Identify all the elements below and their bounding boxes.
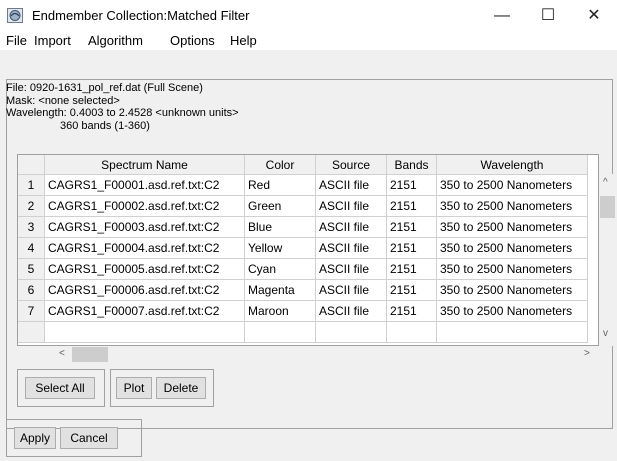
empty-cell [18, 321, 45, 343]
cell-source[interactable]: ASCII file [315, 279, 387, 301]
select-all-group: Select All [17, 369, 105, 407]
cell-spectrum-name[interactable]: CAGRS1_F00005.asd.ref.txt:C2 [44, 258, 245, 280]
row-number: 3 [18, 216, 45, 238]
cell-spectrum-name[interactable]: CAGRS1_F00007.asd.ref.txt:C2 [44, 300, 245, 322]
wavelength-line: Wavelength: 0.4003 to 2.4528 <unknown un… [6, 107, 239, 119]
close-button[interactable]: ✕ [571, 0, 617, 31]
horizontal-scrollbar[interactable]: < > [17, 346, 599, 363]
cell-bands[interactable]: 2151 [386, 258, 437, 280]
window-title: Endmember Collection:Matched Filter [32, 8, 250, 23]
cell-color[interactable]: Blue [244, 216, 316, 238]
delete-button[interactable]: Delete [156, 377, 206, 399]
empty-cell [386, 321, 437, 343]
column-header-bands[interactable]: Bands [386, 155, 437, 175]
cancel-button[interactable]: Cancel [60, 427, 118, 449]
cell-spectrum-name[interactable]: CAGRS1_F00003.asd.ref.txt:C2 [44, 216, 245, 238]
table-row[interactable]: 4 CAGRS1_F00004.asd.ref.txt:C2 Yellow ASCII… [18, 237, 588, 259]
row-number: 7 [18, 300, 45, 322]
cell-spectrum-name[interactable]: CAGRS1_F00002.asd.ref.txt:C2 [44, 195, 245, 217]
cell-source[interactable]: ASCII file [315, 300, 387, 322]
cell-color[interactable]: Red [244, 174, 316, 196]
horizontal-scroll-thumb[interactable] [72, 347, 108, 362]
apply-cancel-group: Apply Cancel [6, 419, 142, 457]
cell-wavelength[interactable]: 350 to 2500 Nanometers [436, 279, 588, 301]
empty-cell [436, 321, 588, 343]
cell-source[interactable]: ASCII file [315, 258, 387, 280]
menu-algorithm[interactable]: Algorithm [88, 33, 143, 48]
cell-wavelength[interactable]: 350 to 2500 Nanometers [436, 258, 588, 280]
column-header-spectrum-name[interactable]: Spectrum Name [44, 155, 245, 175]
table-row[interactable]: 7 CAGRS1_F00007.asd.ref.txt:C2 Maroon ASCII… [18, 300, 588, 322]
cell-color[interactable]: Yellow [244, 237, 316, 259]
file-line: File: 0920-1631_pol_ref.dat (Full Scene) [6, 82, 203, 94]
maximize-button[interactable]: ☐ [525, 0, 571, 31]
scroll-right-icon[interactable]: > [584, 348, 590, 359]
title-bar: Endmember Collection:Matched Filter — ☐ … [0, 0, 617, 31]
cell-source[interactable]: ASCII file [315, 174, 387, 196]
cell-wavelength[interactable]: 350 to 2500 Nanometers [436, 300, 588, 322]
minimize-button[interactable]: — [479, 0, 525, 31]
cell-bands[interactable]: 2151 [386, 237, 437, 259]
column-header-source[interactable]: Source [315, 155, 387, 175]
cell-color[interactable]: Green [244, 195, 316, 217]
table-row[interactable]: 2 CAGRS1_F00002.asd.ref.txt:C2 Green ASCII … [18, 195, 588, 217]
row-number: 2 [18, 195, 45, 217]
menu-help[interactable]: Help [230, 33, 257, 48]
plot-button[interactable]: Plot [116, 377, 152, 399]
cell-spectrum-name[interactable]: CAGRS1_F00001.asd.ref.txt:C2 [44, 174, 245, 196]
table-header-row: Spectrum Name Color Source Bands Wavelen… [18, 155, 588, 175]
menu-import[interactable]: Import [34, 33, 71, 48]
cell-wavelength[interactable]: 350 to 2500 Nanometers [436, 216, 588, 238]
scroll-left-icon[interactable]: < [59, 348, 65, 359]
select-all-button[interactable]: Select All [25, 377, 95, 399]
empty-cell [315, 321, 387, 343]
cell-bands[interactable]: 2151 [386, 216, 437, 238]
cell-color[interactable]: Cyan [244, 258, 316, 280]
mask-line: Mask: <none selected> [6, 94, 120, 107]
cell-bands[interactable]: 2151 [386, 300, 437, 322]
empty-cell [244, 321, 316, 343]
plot-delete-group: Plot Delete [110, 369, 214, 407]
menu-bar: File Import Algorithm Options Help [0, 31, 617, 50]
cell-bands[interactable]: 2151 [386, 174, 437, 196]
vertical-scrollbar[interactable]: ^ v [599, 174, 616, 346]
menu-file[interactable]: File [6, 33, 27, 48]
cell-wavelength[interactable]: 350 to 2500 Nanometers [436, 195, 588, 217]
scroll-down-icon[interactable]: v [603, 328, 608, 339]
spectrum-table[interactable]: Spectrum Name Color Source Bands Wavelen… [17, 154, 599, 346]
table-row[interactable]: 3 CAGRS1_F00003.asd.ref.txt:C2 Blue ASCII f… [18, 216, 588, 238]
menu-options[interactable]: Options [170, 33, 215, 48]
row-number: 6 [18, 279, 45, 301]
bands-line: 360 bands (1-360) [60, 119, 150, 132]
row-number-header [18, 155, 45, 175]
cell-bands[interactable]: 2151 [386, 279, 437, 301]
column-header-wavelength[interactable]: Wavelength [436, 155, 588, 175]
cell-wavelength[interactable]: 350 to 2500 Nanometers [436, 174, 588, 196]
scroll-up-icon[interactable]: ^ [603, 177, 608, 188]
cell-source[interactable]: ASCII file [315, 237, 387, 259]
column-header-color[interactable]: Color [244, 155, 316, 175]
row-number: 4 [18, 237, 45, 259]
cell-source[interactable]: ASCII file [315, 216, 387, 238]
cell-spectrum-name[interactable]: CAGRS1_F00006.asd.ref.txt:C2 [44, 279, 245, 301]
cell-color[interactable]: Maroon [244, 300, 316, 322]
row-number: 1 [18, 174, 45, 196]
vertical-scroll-thumb[interactable] [600, 196, 615, 218]
envi-app-icon [7, 8, 23, 23]
cell-source[interactable]: ASCII file [315, 195, 387, 217]
cell-color[interactable]: Magenta [244, 279, 316, 301]
table-row-empty [18, 321, 588, 343]
file-info: File: 0920-1631_pol_ref.dat (Full Scene)… [6, 82, 239, 132]
cell-spectrum-name[interactable]: CAGRS1_F00004.asd.ref.txt:C2 [44, 237, 245, 259]
cell-wavelength[interactable]: 350 to 2500 Nanometers [436, 237, 588, 259]
table-row[interactable]: 1 CAGRS1_F00001.asd.ref.txt:C2 Red ASCII fi… [18, 174, 588, 196]
table-row[interactable]: 5 CAGRS1_F00005.asd.ref.txt:C2 Cyan ASCII f… [18, 258, 588, 280]
empty-cell [44, 321, 245, 343]
row-number: 5 [18, 258, 45, 280]
cell-bands[interactable]: 2151 [386, 195, 437, 217]
table-row[interactable]: 6 CAGRS1_F00006.asd.ref.txt:C2 Magenta ASCI… [18, 279, 588, 301]
apply-button[interactable]: Apply [14, 427, 56, 449]
